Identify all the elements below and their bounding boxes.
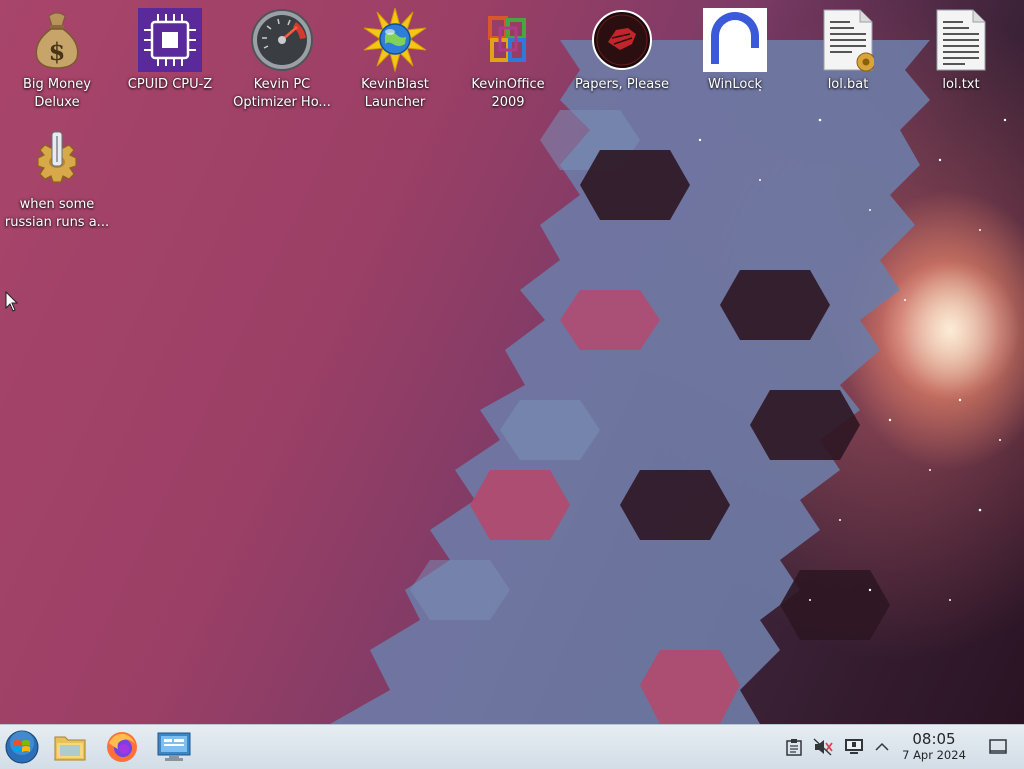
desktop-icon-lol-bat[interactable]: lol.bat [792,8,904,94]
desktop-icon-winlock[interactable]: WinLock [679,8,791,94]
desktop-icon-label: lol.txt [942,77,980,92]
desktop-icon-kevin-pc-optimizer[interactable]: Kevin PC Optimizer Ho... [226,8,338,112]
desktop-icon-label: when some russian runs a... [4,197,110,230]
desktop-icon-label: CPUID CPU-Z [127,77,213,92]
clock-date: 7 Apr 2024 [902,748,966,762]
system-settings-button[interactable] [156,729,192,765]
clock[interactable]: 08:05 7 Apr 2024 [896,731,972,763]
desktop-icon-label: Kevin PC Optimizer Ho... [233,77,331,110]
desktop-icon-label: lol.bat [827,77,869,92]
desktop-icon-label: Papers, Please [574,77,670,92]
desktop-icon-kevinblast-launcher[interactable]: KevinBlast Launcher [339,8,451,112]
desktop-icon-when-some-russian[interactable]: when some russian runs a... [1,128,113,232]
desktop-icon-label: Big Money Deluxe [22,77,91,110]
show-desktop-button[interactable] [988,737,1008,757]
show-desktop-icon [989,739,1007,754]
desktop-icon-lol-txt[interactable]: lol.txt [905,8,1017,94]
show-hidden-tray-button[interactable] [872,737,892,757]
clock-time: 08:05 [912,730,956,748]
firefox-icon [107,732,137,762]
clipboard-tray-button[interactable] [784,737,804,757]
desktop-icon-cpuid-cpu-z[interactable]: CPUID CPU-Z [114,8,226,94]
taskbar: 08:05 7 Apr 2024 [0,724,1024,769]
desktop-icon-kevinoffice-2009[interactable]: KevinOffice 2009 [452,8,564,112]
desktop-icon-label: WinLock [707,77,763,92]
display-tray-button[interactable] [844,737,864,757]
file-manager-button[interactable] [52,729,88,765]
cpu-chip-icon [138,8,202,72]
mouse-cursor-icon [5,291,19,312]
gear-script-icon [25,128,89,192]
desktop-icon-papers-please[interactable]: Papers, Please [566,8,678,94]
volume-muted-icon [813,738,833,756]
papers-please-seal-icon [590,8,654,72]
display-icon [845,739,863,754]
desktop-icon-big-money-deluxe[interactable]: $ Big Money Deluxe [1,8,113,112]
chevron-up-icon [875,742,889,751]
windows-orb-icon [5,730,39,764]
monitor-settings-icon [157,732,191,761]
start-menu-button[interactable] [4,729,40,765]
desktop[interactable]: $ Big Money Deluxe CPUID CPU-Z Kevin PC … [0,0,1024,724]
text-file-icon [929,8,993,72]
batch-file-icon [816,8,880,72]
money-bag-icon: $ [25,8,89,72]
clipboard-icon [786,739,802,756]
speedometer-icon [250,8,314,72]
svg-text:$: $ [49,37,66,66]
office-logo-icon [476,8,540,72]
winlock-icon [703,8,767,72]
volume-tray-button[interactable] [813,737,833,757]
desktop-icon-label: KevinBlast Launcher [361,77,429,110]
folder-icon [54,736,86,761]
globe-burst-icon [363,8,427,72]
firefox-button[interactable] [104,729,140,765]
desktop-icon-label: KevinOffice 2009 [471,77,545,110]
